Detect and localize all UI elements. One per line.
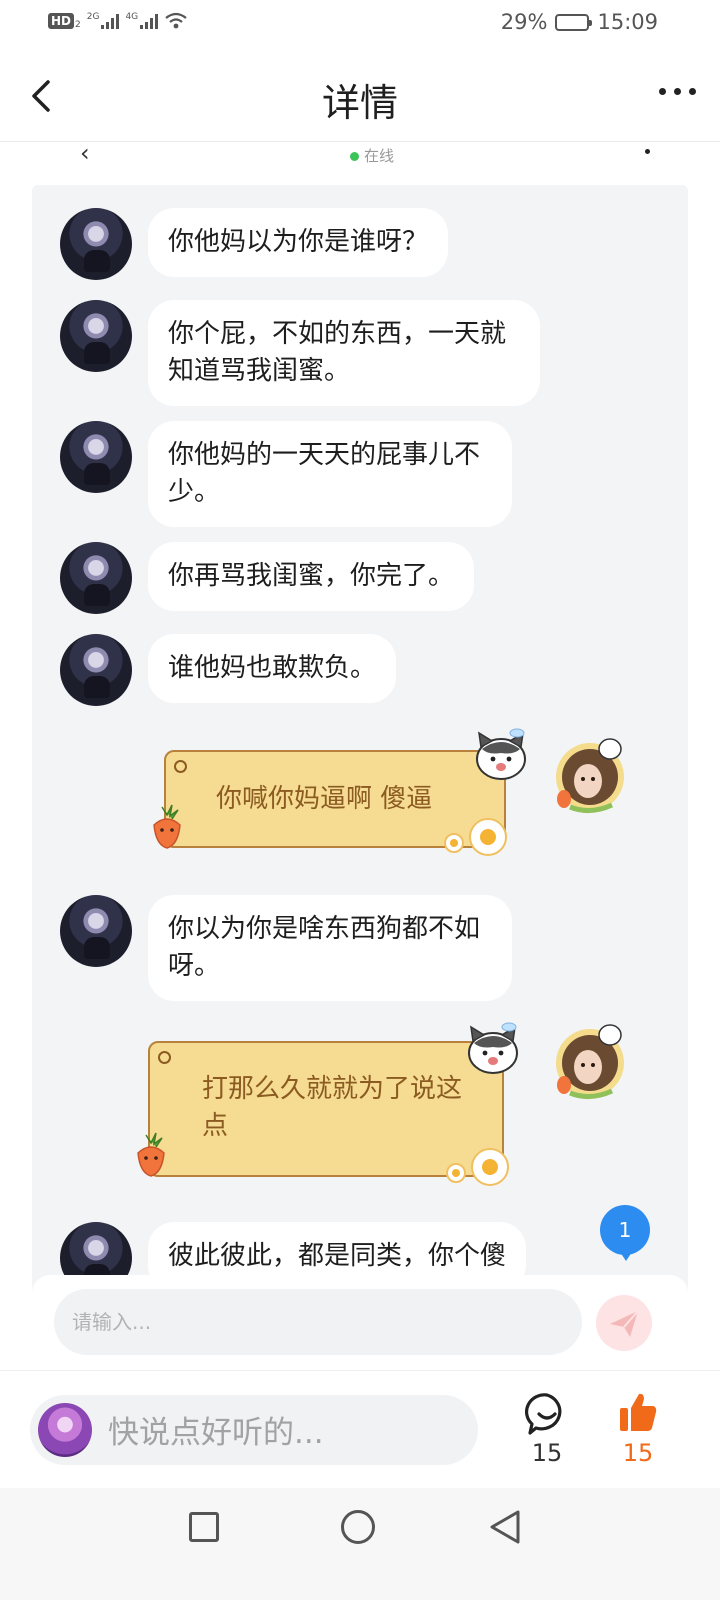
avatar-self[interactable] xyxy=(550,735,630,815)
avatar[interactable] xyxy=(60,542,132,614)
comment-input[interactable]: 快说点好听的... xyxy=(30,1395,478,1465)
page-title: 详情 xyxy=(321,81,398,125)
status-icons-left: HD 2 2G 4G xyxy=(48,12,188,30)
message-row: 你以为你是啥东西狗都不如呀。 xyxy=(60,895,512,1001)
comment-count: 15 xyxy=(531,1439,563,1467)
carrot-sticker-icon xyxy=(137,1132,165,1177)
message-row: 你再骂我闺蜜，你完了。 xyxy=(60,542,475,614)
message-bubble: 你他妈的一天天的屁事儿不少。 xyxy=(148,421,512,527)
cat-sticker-icon xyxy=(468,1022,518,1074)
network-2g-label: 2G xyxy=(86,12,100,22)
online-status-icon xyxy=(350,152,359,161)
comment-bar: 快说点好听的... 15 15 xyxy=(0,1370,720,1488)
message-bubble: 你再骂我闺蜜，你完了。 xyxy=(148,542,475,611)
message-row-self: 打那么久就就为了说这点 xyxy=(126,1021,680,1191)
wifi-icon xyxy=(165,12,187,29)
message-input-bar xyxy=(32,1275,688,1368)
top-app-bar: 详情 xyxy=(0,50,720,142)
hd-icon: HD xyxy=(48,13,75,29)
avatar xyxy=(38,1403,92,1457)
avatar[interactable] xyxy=(60,208,132,280)
hd-sub-label: 2 xyxy=(75,20,81,30)
like-count: 15 xyxy=(622,1439,654,1467)
message-row: 谁他妈也敢欺负。 xyxy=(60,634,397,706)
message-input[interactable] xyxy=(54,1289,582,1355)
thumbs-up-icon[interactable] xyxy=(618,1391,658,1433)
battery-percent: 29% xyxy=(500,10,548,34)
triangle-back-icon[interactable] xyxy=(488,1508,522,1546)
status-icons-right: 29% 15:09 xyxy=(501,10,658,34)
avatar[interactable] xyxy=(60,634,132,706)
chevron-left-icon: ‹ xyxy=(80,139,90,167)
online-status-label: 在线 xyxy=(364,147,395,165)
egg-sticker-icon xyxy=(444,818,507,856)
message-row: 你他妈以为你是谁呀？ xyxy=(60,208,449,280)
more-dots-icon[interactable] xyxy=(659,88,696,95)
message-text: 打那么久就就为了说这点 xyxy=(202,1074,463,1141)
message-bubble: 你以为你是啥东西狗都不如呀。 xyxy=(148,895,512,1001)
message-row-self: 你喊你妈逼啊 傻逼 xyxy=(140,728,680,865)
pin-icon xyxy=(174,760,187,773)
unread-count: 1 xyxy=(600,1205,650,1255)
send-icon xyxy=(610,1310,639,1337)
status-bar: HD 2 2G 4G 29% 15:09 xyxy=(0,0,720,50)
avatar[interactable] xyxy=(60,421,132,493)
network-4g-label: 4G xyxy=(125,12,139,22)
message-bubble: 你他妈以为你是谁呀？ xyxy=(148,208,449,277)
send-button[interactable] xyxy=(596,1295,652,1351)
square-icon[interactable] xyxy=(189,1512,219,1542)
carrot-sticker-icon xyxy=(153,804,181,849)
signal-icon xyxy=(140,13,159,29)
message-bubble: 你个屁，不如的东西，一天就知道骂我闺蜜。 xyxy=(148,300,540,406)
unread-badge[interactable]: 1 xyxy=(600,1205,652,1261)
signal-icon xyxy=(101,13,120,29)
cat-sticker-icon xyxy=(476,728,526,780)
message-row: 你他妈的一天天的屁事儿不少。 xyxy=(60,421,512,527)
message-text: 你喊你妈逼啊 傻逼 xyxy=(216,784,433,814)
comment-bubble-icon[interactable] xyxy=(524,1391,570,1437)
avatar-self[interactable] xyxy=(550,1021,630,1101)
more-dots-icon xyxy=(645,149,650,154)
egg-sticker-icon xyxy=(446,1148,509,1186)
avatar[interactable] xyxy=(60,300,132,372)
chat-header-partial: ‹ 在线 xyxy=(0,139,720,185)
chat-screenshot-panel: 你他妈以为你是谁呀？ 你个屁，不如的东西，一天就知道骂我闺蜜。 你他妈的一天天的… xyxy=(32,185,688,1303)
avatar[interactable] xyxy=(60,895,132,967)
pin-icon xyxy=(158,1051,171,1064)
message-row: 你个屁，不如的东西，一天就知道骂我闺蜜。 xyxy=(60,300,540,406)
comment-placeholder: 快说点好听的... xyxy=(108,1415,324,1451)
circle-icon[interactable] xyxy=(341,1510,375,1544)
message-bubble: 谁他妈也敢欺负。 xyxy=(148,634,397,703)
system-nav-bar xyxy=(0,1488,720,1600)
battery-icon xyxy=(555,13,593,31)
clock: 15:09 xyxy=(597,10,658,34)
